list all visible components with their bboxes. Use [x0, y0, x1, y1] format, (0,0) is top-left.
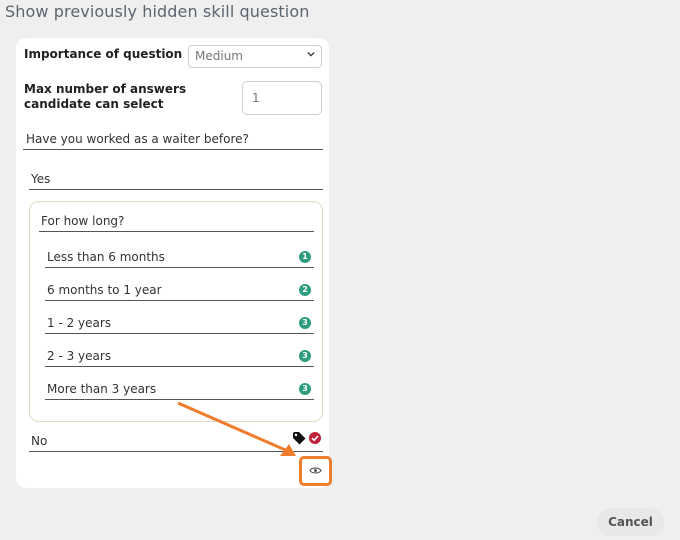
- score-badge: 3: [299, 350, 311, 362]
- followup-option[interactable]: 6 months to 1 year 2: [45, 281, 314, 301]
- page-title: Show previously hidden skill question: [5, 2, 310, 21]
- importance-label: Importance of question: [24, 47, 183, 61]
- option-label: 2 - 3 years: [47, 349, 112, 363]
- max-answers-input[interactable]: 1: [242, 81, 322, 115]
- question-card: Importance of question Medium Max number…: [16, 38, 329, 488]
- followup-option[interactable]: 1 - 2 years 3: [45, 314, 314, 334]
- option-label: 1 - 2 years: [47, 316, 112, 330]
- score-badge: 3: [299, 317, 311, 329]
- answer-label: No: [31, 434, 48, 448]
- option-label: 6 months to 1 year: [47, 283, 162, 297]
- followup-option[interactable]: More than 3 years 3: [45, 380, 314, 400]
- followup-option[interactable]: 2 - 3 years 3: [45, 347, 314, 367]
- option-label: Less than 6 months: [47, 250, 165, 264]
- option-label: More than 3 years: [47, 382, 157, 396]
- importance-select[interactable]: Medium: [188, 45, 322, 68]
- score-badge: 3: [299, 383, 311, 395]
- max-answers-label: Max number of answers candidate can sele…: [24, 82, 187, 111]
- followup-question-field[interactable]: For how long?: [39, 212, 314, 232]
- eye-icon: [309, 467, 322, 474]
- show-hidden-button[interactable]: [299, 456, 332, 486]
- score-badge: 2: [299, 284, 311, 296]
- tag-icon[interactable]: [292, 431, 306, 445]
- answer-field-yes[interactable]: Yes: [29, 170, 323, 190]
- answer-field-no[interactable]: No: [29, 432, 323, 452]
- check-circle-icon[interactable]: [309, 432, 321, 444]
- chevron-down-icon: [307, 51, 315, 57]
- question-field[interactable]: Have you worked as a waiter before?: [23, 130, 323, 150]
- followup-question-box: For how long? Less than 6 months 1 6 mon…: [29, 201, 323, 422]
- importance-value: Medium: [195, 49, 243, 63]
- followup-option[interactable]: Less than 6 months 1: [45, 248, 314, 268]
- score-badge: 1: [299, 251, 311, 263]
- cancel-button[interactable]: Cancel: [597, 508, 664, 536]
